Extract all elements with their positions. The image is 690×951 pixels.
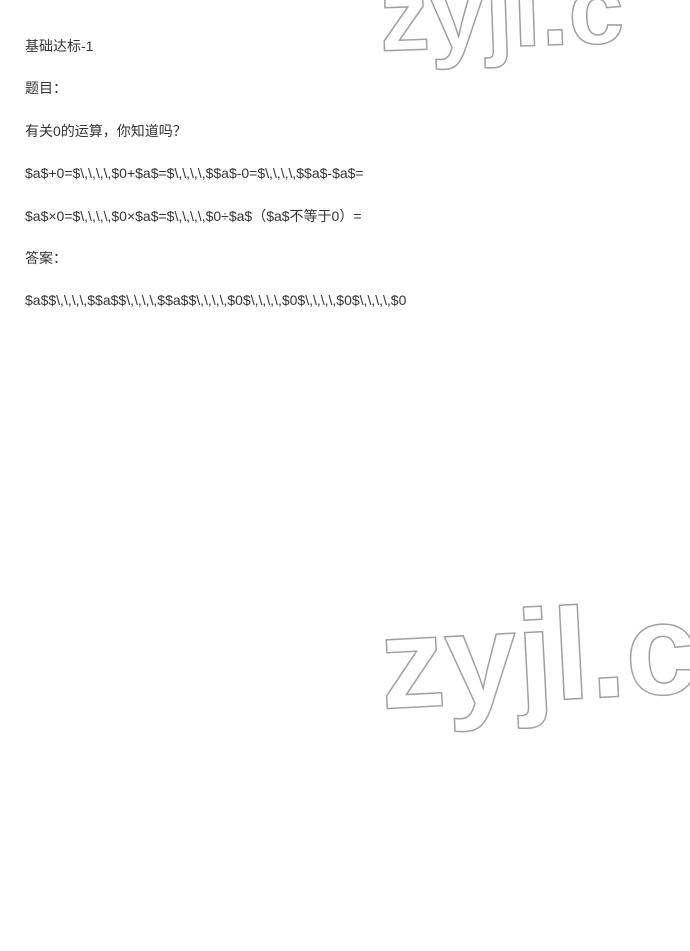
question-text: 有关0的运算，你知道吗？ xyxy=(25,120,665,142)
watermark-bottom: zyjl.c xyxy=(380,550,690,780)
answer-label: 答案： xyxy=(25,247,665,269)
answer-text: $a$$\,\,\,\,$$a$$\,\,\,\,$$a$$\,\,\,\,$0… xyxy=(25,289,665,311)
expression-line-1: $a$+0=$\,\,\,\,$0+$a$=$\,\,\,\,$$a$-0=$\… xyxy=(25,162,665,184)
expression-line-2: $a$×0=$\,\,\,\,$0×$a$=$\,\,\,\,$0÷$a$（$a… xyxy=(25,205,665,227)
document-content: 基础达标-1 题目： 有关0的运算，你知道吗？ $a$+0=$\,\,\,\,$… xyxy=(0,0,690,367)
heading: 基础达标-1 xyxy=(25,35,665,57)
question-label: 题目： xyxy=(25,77,665,99)
watermark-text: zyjl.c xyxy=(380,574,690,736)
